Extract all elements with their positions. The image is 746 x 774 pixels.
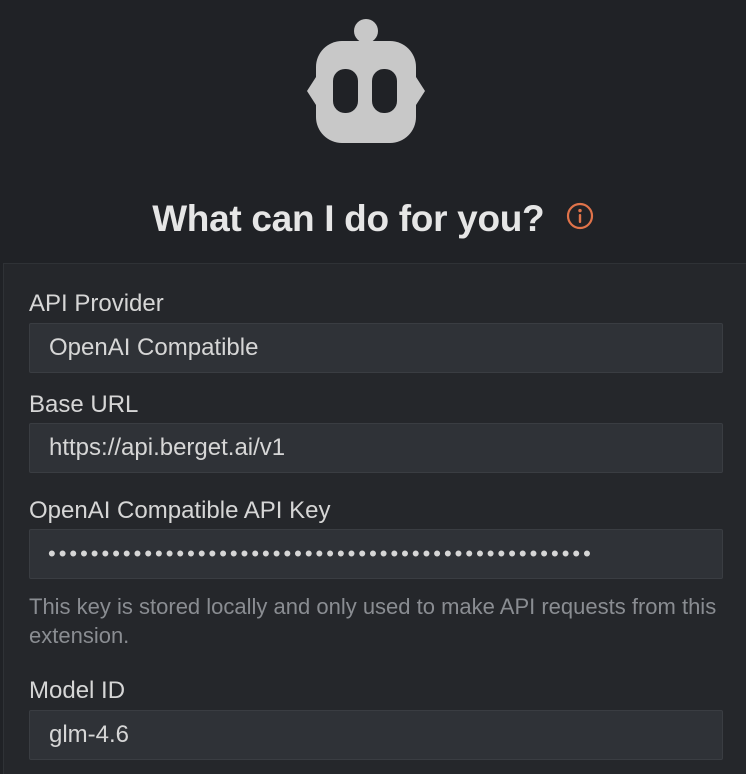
model-id-input[interactable]: glm-4.6 [29, 710, 723, 760]
base-url-input[interactable]: https://api.berget.ai/v1 [29, 423, 723, 473]
api-key-input[interactable]: ••••••••••••••••••••••••••••••••••••••••… [29, 529, 723, 579]
page-title: What can I do for you? [152, 198, 545, 239]
api-key-label: OpenAI Compatible API Key [29, 497, 331, 524]
info-icon[interactable] [566, 202, 594, 230]
api-provider-select[interactable]: OpenAI Compatible [29, 323, 723, 373]
api-provider-label: API Provider [29, 290, 164, 317]
robot-icon [307, 19, 425, 143]
heading-row: What can I do for you? [0, 198, 746, 240]
base-url-label: Base URL [29, 391, 139, 418]
welcome-view: What can I do for you? API Provider Open… [0, 0, 746, 774]
api-key-helper-text: This key is stored locally and only used… [29, 594, 717, 648]
model-id-label: Model ID [29, 677, 126, 704]
